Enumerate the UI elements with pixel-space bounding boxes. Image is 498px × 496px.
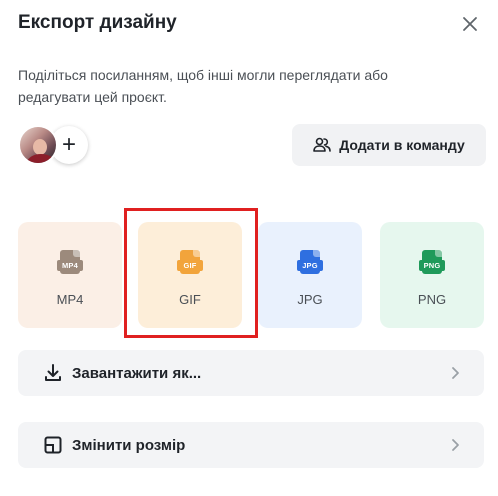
collaborators: + — [18, 124, 88, 166]
format-label: PNG — [417, 292, 447, 307]
download-icon — [45, 364, 61, 381]
format-label: GIF — [179, 292, 201, 307]
format-label: MP4 — [56, 292, 84, 307]
close-button[interactable] — [458, 12, 482, 36]
download-as-label: Завантажити як... — [72, 364, 202, 382]
chevron-right-icon — [452, 439, 459, 451]
png-file-icon: PNG — [419, 250, 445, 280]
download-as-button[interactable]: Завантажити як... — [18, 350, 484, 396]
avatar[interactable] — [18, 125, 58, 165]
share-description: Поділіться посиланням, щоб інші могли пе… — [18, 67, 388, 105]
gif-file-icon: GIF — [177, 250, 203, 280]
resize-label: Змінити розмір — [72, 436, 186, 454]
format-label: JPG — [297, 292, 323, 307]
format-options: MP4 MP4 GIF GIF JPG JPG PNG PNG — [18, 222, 498, 328]
dialog-title: Експорт дизайну — [18, 12, 177, 33]
mp4-file-icon: MP4 — [57, 250, 83, 280]
resize-button[interactable]: Змінити розмір — [18, 422, 484, 468]
chevron-right-icon — [452, 367, 459, 379]
jpg-file-icon: JPG — [297, 250, 323, 280]
format-mp4[interactable]: MP4 MP4 — [18, 222, 122, 328]
resize-icon — [44, 436, 62, 454]
add-to-team-button[interactable]: Додати в команду — [292, 124, 486, 166]
format-png[interactable]: PNG PNG — [380, 222, 484, 328]
format-jpg[interactable]: JPG JPG — [258, 222, 362, 328]
add-to-team-label: Додати в команду — [339, 137, 465, 153]
close-icon — [463, 17, 477, 31]
format-gif[interactable]: GIF GIF — [138, 222, 242, 328]
people-icon — [313, 137, 332, 152]
